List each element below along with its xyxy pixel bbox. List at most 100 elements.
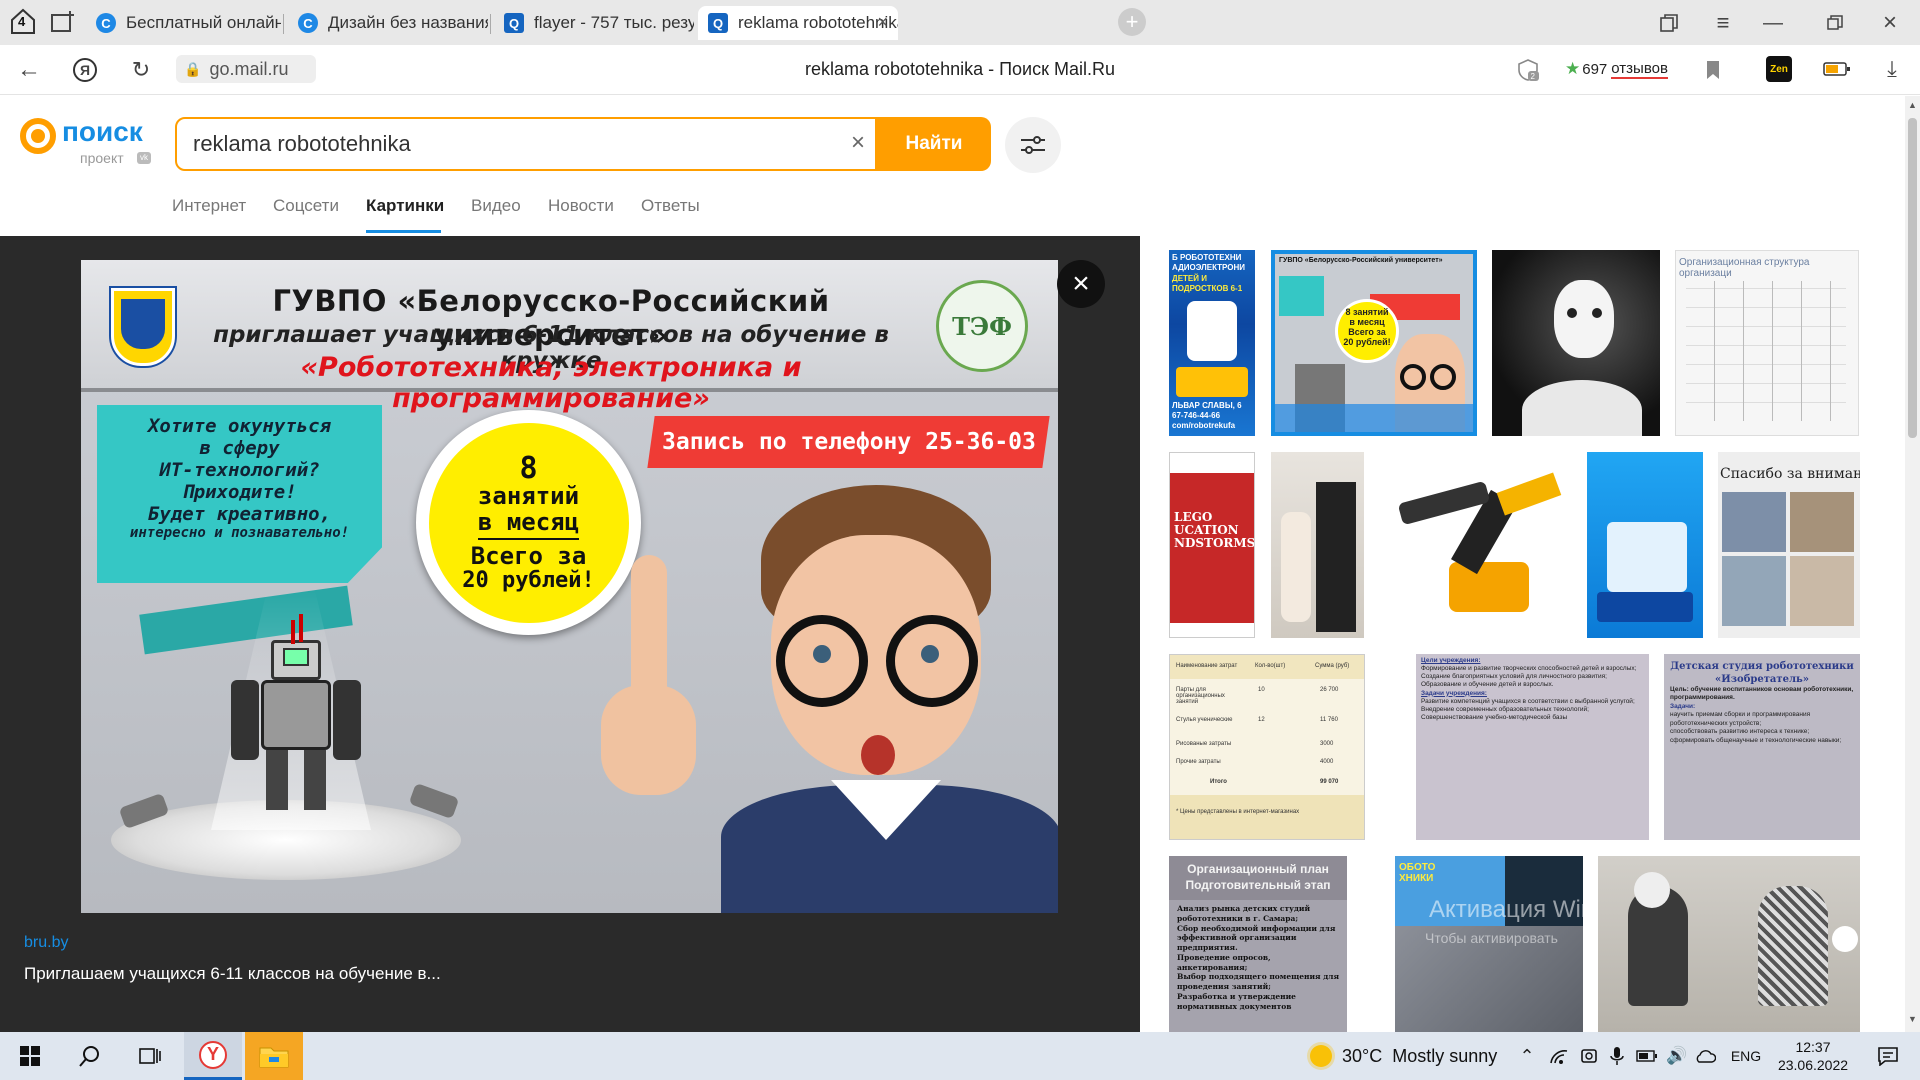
file-explorer-taskbar-icon[interactable] bbox=[245, 1032, 303, 1080]
new-tab-group-button[interactable] bbox=[48, 7, 78, 37]
result-thumb[interactable] bbox=[1598, 856, 1860, 1032]
thumb-text: 12 bbox=[1258, 717, 1265, 723]
viewer-main-image[interactable]: ГУВПО «Белорусско-Российский университет… bbox=[81, 260, 1058, 913]
mail-search-logo[interactable]: поиск проект vk bbox=[20, 116, 160, 168]
clear-search-icon[interactable]: × bbox=[851, 129, 865, 157]
tab-1[interactable]: C Бесплатный онлайн-инстр bbox=[86, 6, 281, 40]
reviews-badge[interactable]: ★ 697 отзывов bbox=[1565, 59, 1668, 79]
circle-line: занятий bbox=[477, 482, 580, 511]
close-tab-icon[interactable]: × bbox=[877, 12, 888, 33]
vk-icon: vk bbox=[137, 152, 151, 164]
tab-answers[interactable]: Ответы bbox=[641, 196, 700, 216]
language-indicator[interactable]: ENG bbox=[1726, 1032, 1766, 1080]
collections-icon[interactable] bbox=[1654, 8, 1684, 38]
yandex-browser-taskbar-icon[interactable]: Y bbox=[184, 1032, 242, 1080]
microphone-icon[interactable] bbox=[1604, 1032, 1630, 1080]
zen-icon[interactable]: Zen bbox=[1766, 56, 1792, 82]
thumb-text: Рисованые затраты bbox=[1176, 741, 1232, 747]
search-filters-button[interactable] bbox=[1005, 117, 1061, 173]
reload-icon[interactable]: ↻ bbox=[126, 55, 156, 85]
task-view-icon[interactable] bbox=[130, 1032, 170, 1080]
domain-pill[interactable]: 🔒 go.mail.ru bbox=[176, 55, 316, 83]
start-button[interactable] bbox=[10, 1032, 50, 1080]
scrollbar-thumb[interactable] bbox=[1908, 118, 1917, 438]
tab-images[interactable]: Картинки bbox=[366, 196, 444, 216]
result-thumb[interactable]: Организационный план Подготовительный эт… bbox=[1169, 856, 1347, 1032]
windows-activation-watermark-sub: Чтобы активировать bbox=[1425, 930, 1558, 946]
result-thumb[interactable] bbox=[1492, 250, 1660, 436]
minimize-icon[interactable]: — bbox=[1758, 8, 1788, 38]
thumb-text: 26 700 bbox=[1320, 687, 1339, 693]
tabs-counter-button[interactable]: 4 bbox=[8, 6, 38, 36]
windows-activation-watermark: Активация Windows bbox=[1429, 896, 1583, 923]
bookmark-icon[interactable] bbox=[1700, 57, 1726, 83]
battery-icon[interactable] bbox=[1822, 59, 1852, 79]
thumb-text: 3000 bbox=[1320, 741, 1334, 747]
tab-video[interactable]: Видео bbox=[471, 196, 521, 216]
tab-socials[interactable]: Соцсети bbox=[273, 196, 339, 216]
robot-head bbox=[1554, 280, 1614, 358]
onedrive-cloud-icon[interactable] bbox=[1692, 1032, 1718, 1080]
result-thumb[interactable]: Организационная структура организаци bbox=[1675, 250, 1859, 436]
image-source-link[interactable]: bru.by bbox=[24, 934, 68, 952]
new-tab-button[interactable]: + bbox=[1118, 8, 1146, 36]
close-window-icon[interactable]: × bbox=[1875, 8, 1905, 38]
page-scrollbar[interactable]: ▲ ▼ bbox=[1905, 96, 1920, 1032]
clock-time: 12:37 bbox=[1795, 1038, 1831, 1055]
result-thumb[interactable] bbox=[1379, 452, 1579, 638]
image-viewer: ГУВПО «Белорусско-Российский университет… bbox=[0, 236, 1140, 1032]
thumb-text: сформировать общенаучные и технологическ… bbox=[1670, 736, 1842, 744]
tray-chevron-icon[interactable]: ⌃ bbox=[1514, 1032, 1540, 1080]
protect-badge-icon[interactable]: 2 bbox=[1514, 57, 1542, 83]
result-thumb[interactable]: Спасибо за внимание bbox=[1718, 452, 1860, 638]
tab-4-active[interactable]: Q reklama robototehnika × bbox=[698, 6, 898, 40]
circle-line: Всего за bbox=[470, 541, 587, 570]
back-arrow-icon[interactable]: ← bbox=[14, 55, 44, 85]
yandex-icon[interactable]: Я bbox=[70, 55, 100, 85]
thumb-text: 10 bbox=[1258, 687, 1265, 693]
new-window-icon bbox=[51, 11, 74, 32]
battery-tray-icon[interactable] bbox=[1634, 1032, 1660, 1080]
tab-news[interactable]: Новости bbox=[548, 196, 614, 216]
rating-count: 697 bbox=[1582, 60, 1608, 78]
weather-text: Mostly sunny bbox=[1392, 1045, 1498, 1066]
meet-now-icon[interactable] bbox=[1576, 1032, 1602, 1080]
search-input-wrapper: reklama robototehnika × bbox=[175, 117, 877, 171]
tab-3[interactable]: Q flayer - 757 тыс. результат bbox=[494, 6, 694, 40]
tab-internet[interactable]: Интернет bbox=[172, 196, 246, 216]
thumb-text: Наименование затрат bbox=[1176, 663, 1238, 669]
notifications-icon[interactable] bbox=[1868, 1032, 1908, 1080]
thumb-text: * Цены представлены в интернет-магазинах bbox=[1176, 809, 1300, 815]
close-viewer-button[interactable]: × bbox=[1057, 260, 1105, 308]
result-thumb[interactable]: Детская студия робототехники «Изобретате… bbox=[1664, 654, 1860, 840]
download-icon[interactable]: ⤓ bbox=[1878, 55, 1906, 83]
weather-widget[interactable]: 30°C Mostly sunny bbox=[1342, 1032, 1512, 1080]
circle-line: в месяц bbox=[477, 509, 580, 540]
scroll-up-icon[interactable]: ▲ bbox=[1908, 100, 1917, 110]
result-thumb[interactable]: LEGO UCATION NDSTORMS bbox=[1169, 452, 1255, 638]
tab-2[interactable]: C Дизайн без названия — 8 bbox=[288, 6, 488, 40]
result-thumb[interactable]: ОБОТО ХНИКИ Активация Windows Чтобы акти… bbox=[1395, 856, 1583, 1032]
result-thumb-selected[interactable]: ГУВПО «Белорусско-Российский университет… bbox=[1271, 250, 1477, 436]
result-thumb[interactable]: Цели учреждения: Формирование и развитие… bbox=[1416, 654, 1649, 840]
result-thumb[interactable] bbox=[1587, 452, 1703, 638]
menu-icon[interactable]: ≡ bbox=[1708, 8, 1738, 38]
taskbar-search-icon[interactable] bbox=[70, 1032, 110, 1080]
scroll-down-icon[interactable]: ▼ bbox=[1908, 1014, 1917, 1024]
thumb-text: 67-746-44-66 bbox=[1172, 410, 1221, 420]
search-input[interactable]: reklama robototehnika bbox=[193, 131, 411, 157]
thumb-text: Организационный план bbox=[1187, 862, 1329, 876]
tab-label: flayer - 757 тыс. результат bbox=[534, 13, 694, 32]
network-icon[interactable] bbox=[1546, 1032, 1572, 1080]
result-thumb[interactable]: Б РОБОТОТЕХНИ АДИОЭЛЕКТРОНИ ДЕТЕЙ И ПОДР… bbox=[1169, 250, 1255, 436]
volume-icon[interactable]: 🔊 bbox=[1664, 1032, 1690, 1080]
result-thumb[interactable]: Наименование затрат Кол-во(шт) Сумма (ру… bbox=[1169, 654, 1365, 840]
search-button[interactable]: Найти bbox=[877, 117, 991, 171]
tab-count: 4 bbox=[18, 14, 26, 29]
restore-icon[interactable] bbox=[1820, 8, 1850, 38]
clock[interactable]: 12:37 23.06.2022 bbox=[1768, 1032, 1858, 1080]
thumb-text: com/robotrekufa bbox=[1172, 421, 1236, 431]
invite-line: Хотите окунуться bbox=[147, 415, 332, 437]
result-thumb[interactable] bbox=[1271, 452, 1364, 638]
image-caption[interactable]: Приглашаем учащихся 6-11 классов на обуч… bbox=[24, 964, 441, 984]
